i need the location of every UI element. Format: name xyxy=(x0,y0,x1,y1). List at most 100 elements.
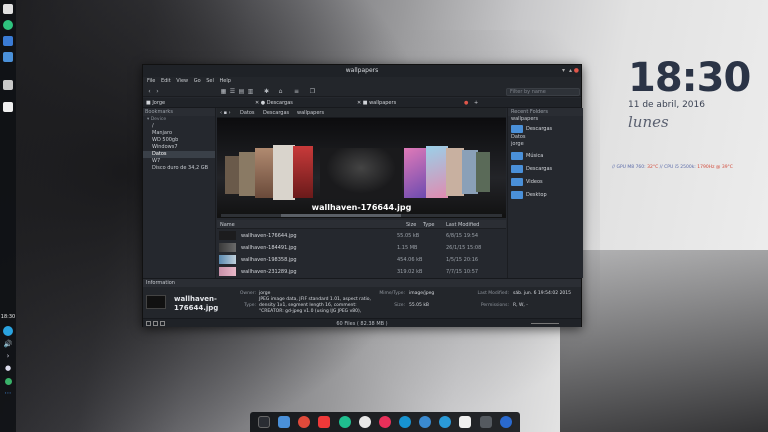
sidebar-item-w7[interactable]: W7 xyxy=(143,158,215,165)
device-label: ▾ Device xyxy=(147,117,167,122)
menu-help[interactable]: Help xyxy=(219,77,230,86)
info-thumbnail xyxy=(146,295,166,309)
forward-icon[interactable]: › xyxy=(154,88,161,95)
row-name: wallhaven-231289.jpg xyxy=(241,269,297,275)
menu-edit[interactable]: Edit xyxy=(161,77,171,86)
coverflow-view-icon[interactable]: ▥ xyxy=(247,88,254,95)
sidebar-item-datos[interactable]: Datos xyxy=(143,151,215,158)
network-icon[interactable] xyxy=(4,378,12,385)
column-name[interactable]: Name xyxy=(220,222,235,228)
arch-icon[interactable] xyxy=(399,416,412,428)
tab-descargas[interactable]: ✕ ● Descargas xyxy=(255,99,293,107)
minimize-icon[interactable]: ▾ xyxy=(562,68,565,74)
menu-go[interactable]: Go xyxy=(194,77,201,86)
close-icon[interactable]: ● xyxy=(574,68,579,74)
folder-icon[interactable] xyxy=(3,102,13,112)
kde-icon[interactable] xyxy=(3,4,13,14)
wordpress-icon[interactable] xyxy=(419,416,432,428)
sidebar-item-manjaro[interactable]: Manjaro xyxy=(143,130,215,137)
files-icon[interactable] xyxy=(278,416,291,428)
sidebar-item-wd500gb[interactable]: WD 500gb xyxy=(143,137,215,144)
tab-wallpapers[interactable]: ✕ ■ wallpapers xyxy=(357,99,396,107)
crumb-descargas[interactable]: Descargas xyxy=(263,110,289,116)
sort-icon[interactable]: ≡ xyxy=(293,88,300,95)
sidebar-item-root[interactable]: / xyxy=(143,123,215,130)
cover-image[interactable] xyxy=(255,148,275,198)
table-row[interactable]: wallhaven-231289.jpg 319.02 kB 7/7/15 10… xyxy=(217,266,506,277)
pdf-icon[interactable] xyxy=(298,416,311,428)
recent-folder-desktop[interactable]: Desktop xyxy=(508,189,583,200)
cover-image[interactable] xyxy=(320,148,402,198)
column-type[interactable]: Type xyxy=(423,222,434,228)
table-row[interactable]: wallhaven-184491.jpg 1.15 MB 26/1/15 15:… xyxy=(217,242,506,253)
coverflow-scrollbar[interactable] xyxy=(221,214,502,217)
zoom-slider[interactable] xyxy=(531,323,559,324)
folder-icon[interactable] xyxy=(479,416,492,428)
scrollbar-thumb[interactable] xyxy=(281,214,401,217)
row-size: 319.02 kB xyxy=(397,269,423,275)
title-bar[interactable]: wallpapers ▾ ▴ ● xyxy=(143,65,581,77)
browser-icon[interactable] xyxy=(439,416,452,428)
search-input[interactable]: Filter by name xyxy=(506,88,580,96)
crumb-wallpapers[interactable]: wallpapers xyxy=(297,110,324,116)
recent-folder-descargas[interactable]: Descargas xyxy=(508,163,583,174)
sidebar-item-windows7[interactable]: Windows7 xyxy=(143,144,215,151)
music-icon[interactable] xyxy=(338,416,351,428)
telegram-icon[interactable] xyxy=(3,326,13,336)
row-thumbnail xyxy=(219,255,236,264)
detail-view-icon[interactable]: ▤ xyxy=(238,88,245,95)
table-row[interactable]: wallhaven-176644.jpg 55.05 kB 6/8/15 19:… xyxy=(217,230,506,241)
new-window-icon[interactable]: ❐ xyxy=(309,88,316,95)
row-thumbnail xyxy=(219,267,236,276)
menu-sel[interactable]: Sel xyxy=(206,77,214,86)
chevron-right-icon[interactable]: › xyxy=(7,352,10,360)
sidebar-item-disco[interactable]: Disco duro de 34,2 GB xyxy=(143,165,215,172)
add-tab-icon[interactable]: + xyxy=(474,99,478,107)
recent-group-wallpapers: wallpapers xyxy=(511,116,539,122)
terminal-icon[interactable] xyxy=(258,416,271,428)
cover-image[interactable] xyxy=(293,146,313,198)
settings-icon[interactable]: ✱ xyxy=(263,88,270,95)
crumb-datos[interactable]: Datos xyxy=(240,110,255,116)
mime-label: Mime/Type: xyxy=(379,291,405,296)
menu-view[interactable]: View xyxy=(176,77,188,86)
maximize-icon[interactable]: ▴ xyxy=(569,68,572,74)
cover-image[interactable] xyxy=(404,148,428,198)
row-size: 55.05 kB xyxy=(397,233,420,239)
crumb-back-icon[interactable]: ‹ ▪ › xyxy=(220,110,231,116)
close-tab-icon[interactable]: ● xyxy=(464,99,468,107)
vivaldi-icon[interactable] xyxy=(318,416,331,428)
column-modified[interactable]: Last Modified xyxy=(446,222,479,228)
recent-folder-videos[interactable]: Videos xyxy=(508,176,583,187)
trash-icon[interactable] xyxy=(3,80,13,90)
menu-file[interactable]: File xyxy=(147,77,155,86)
files-icon[interactable] xyxy=(3,52,13,62)
column-size[interactable]: Size xyxy=(406,222,416,228)
list-view-icon[interactable]: ☰ xyxy=(229,88,236,95)
app-icon[interactable] xyxy=(499,416,512,428)
media-icon[interactable] xyxy=(378,416,391,428)
drop-icon[interactable]: ● xyxy=(5,364,11,372)
recent-folder-label: Desktop xyxy=(526,192,547,198)
icon-view-icon[interactable]: ▦ xyxy=(220,88,227,95)
folder-icon xyxy=(511,125,523,133)
app-green-icon[interactable] xyxy=(3,20,13,30)
more-icon[interactable]: ⋯ xyxy=(5,389,12,397)
recent-folder-descargas[interactable]: Descargas xyxy=(508,123,583,134)
size-label: Size: xyxy=(394,303,405,308)
cover-image[interactable] xyxy=(426,146,448,198)
type-label: Type: xyxy=(244,303,256,308)
row-name: wallhaven-184491.jpg xyxy=(241,245,297,251)
cover-image[interactable] xyxy=(273,145,295,200)
back-icon[interactable]: ‹ xyxy=(146,88,153,95)
dropbox-icon[interactable] xyxy=(459,416,472,428)
cover-image[interactable] xyxy=(476,152,490,192)
recent-folder-musica[interactable]: Música xyxy=(508,150,583,161)
volume-icon[interactable]: 🔊 xyxy=(4,340,13,348)
tab-jorge[interactable]: ■ Jorge xyxy=(146,99,165,107)
coverflow-view[interactable]: wallhaven-176644.jpg xyxy=(217,118,506,218)
home-icon[interactable]: ⌂ xyxy=(277,88,284,95)
app-blue-icon[interactable] xyxy=(3,36,13,46)
table-row[interactable]: wallhaven-198358.jpg 454.06 kB 1/5/15 20… xyxy=(217,254,506,265)
inkscape-icon[interactable] xyxy=(358,416,371,428)
